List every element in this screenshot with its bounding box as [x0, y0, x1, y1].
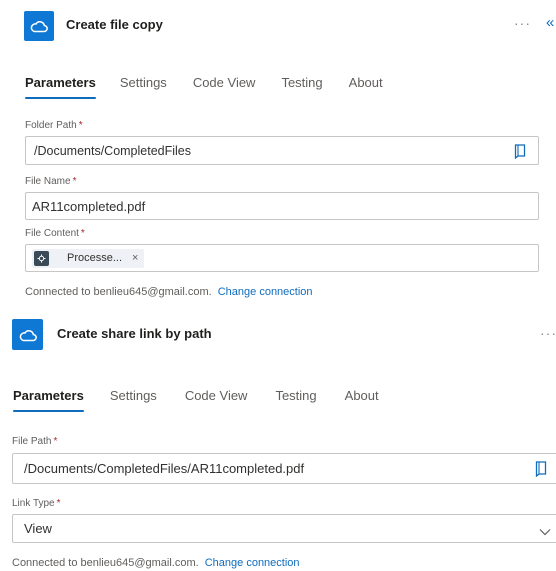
tab-testing[interactable]: Testing	[275, 388, 316, 412]
folder-path-label: Folder Path *	[25, 120, 83, 131]
onedrive-icon	[24, 11, 54, 41]
chevron-down-icon	[539, 524, 551, 539]
file-content-input[interactable]: Processe... ×	[25, 244, 539, 272]
tab-parameters[interactable]: Parameters	[13, 388, 84, 412]
required-marker: *	[72, 176, 77, 187]
more-options-button[interactable]: ···	[514, 15, 531, 31]
tab-code-view[interactable]: Code View	[185, 388, 248, 412]
file-content-label: File Content *	[25, 228, 85, 239]
tab-testing[interactable]: Testing	[281, 75, 322, 99]
dynamic-content-token[interactable]: Processe... ×	[32, 248, 145, 268]
connection-status: Connected to benlieu645@gmail.com. Chang…	[25, 286, 313, 298]
token-label: Processe...	[67, 252, 123, 264]
process-icon	[34, 250, 49, 266]
file-name-value: AR11completed.pdf	[32, 198, 146, 214]
tab-parameters[interactable]: Parameters	[25, 75, 96, 99]
change-connection-link[interactable]: Change connection	[205, 557, 300, 569]
collapse-panel-button[interactable]: «	[546, 14, 554, 31]
folder-path-value: /Documents/CompletedFiles	[34, 143, 192, 158]
change-connection-link[interactable]: Change connection	[218, 286, 313, 298]
required-marker: *	[80, 228, 85, 239]
required-marker: *	[53, 436, 58, 447]
tab-about[interactable]: About	[345, 388, 379, 412]
link-type-label: Link Type *	[12, 498, 61, 509]
action-title: Create share link by path	[57, 326, 212, 341]
onedrive-icon	[12, 319, 43, 350]
tab-settings[interactable]: Settings	[120, 75, 167, 99]
action-title: Create file copy	[66, 17, 163, 32]
file-name-input[interactable]: AR11completed.pdf	[25, 192, 539, 220]
link-type-value: View	[24, 521, 52, 536]
tab-about[interactable]: About	[349, 75, 383, 99]
required-marker: *	[56, 498, 61, 509]
folder-picker-icon[interactable]	[514, 144, 526, 162]
folder-path-field[interactable]: /Documents/CompletedFiles	[25, 136, 539, 165]
more-options-button[interactable]: ···	[540, 325, 556, 341]
file-path-value: /Documents/CompletedFiles/AR11completed.…	[24, 461, 305, 476]
file-picker-icon[interactable]	[535, 461, 547, 480]
tab-bar: Parameters Settings Code View Testing Ab…	[25, 75, 383, 99]
connection-status: Connected to benlieu645@gmail.com. Chang…	[12, 557, 300, 569]
link-type-dropdown[interactable]: View	[12, 514, 556, 543]
file-path-field[interactable]: /Documents/CompletedFiles/AR11completed.…	[12, 453, 556, 484]
file-path-label: File Path *	[12, 436, 58, 447]
remove-token-icon[interactable]: ×	[132, 252, 138, 264]
tab-code-view[interactable]: Code View	[193, 75, 256, 99]
tab-settings[interactable]: Settings	[110, 388, 157, 412]
file-name-label: File Name *	[25, 176, 77, 187]
required-marker: *	[78, 120, 83, 131]
tab-bar: Parameters Settings Code View Testing Ab…	[13, 388, 379, 412]
